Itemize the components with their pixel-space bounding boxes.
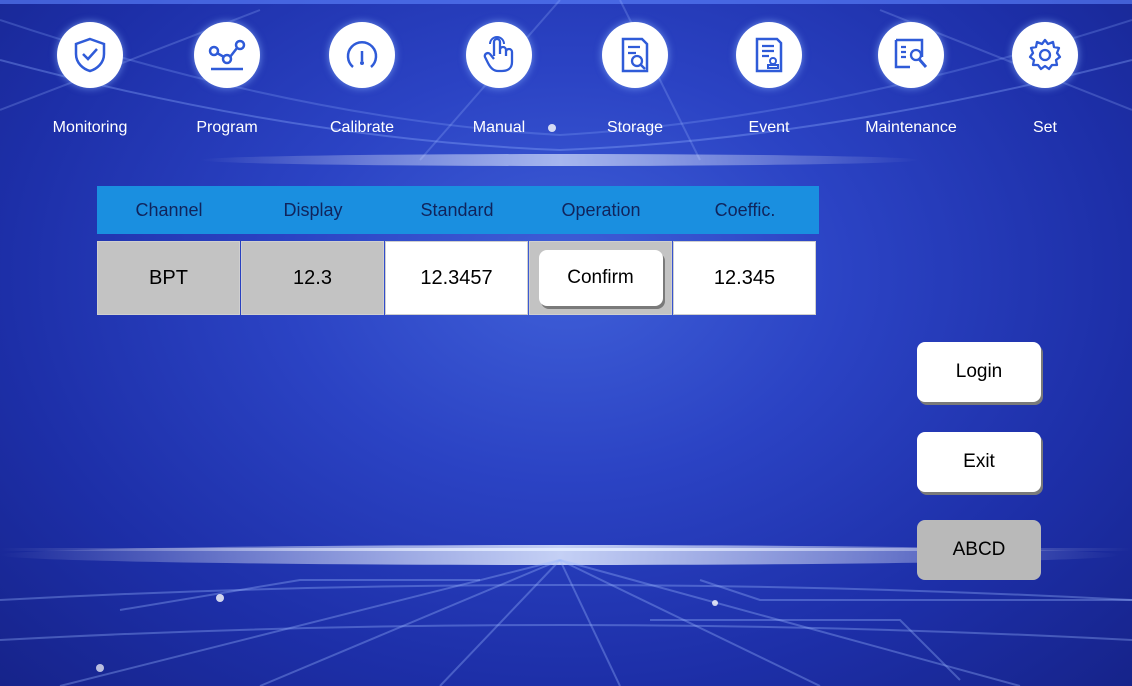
table-row: BPT 12.3 12.3457 Confirm 12.345	[97, 241, 819, 315]
nav-label-event: Event	[748, 119, 790, 136]
nav-item-set[interactable]: Set	[990, 22, 1100, 152]
document-search-icon	[602, 22, 668, 88]
document-stamp-icon	[736, 22, 802, 88]
nav-item-storage[interactable]: Storage	[580, 22, 690, 152]
nav-label-calibrate: Calibrate	[329, 119, 395, 136]
nav-label-storage: Storage	[606, 119, 664, 136]
nav-item-program[interactable]: Program	[172, 22, 282, 152]
coefficient-cell: 12.345	[673, 241, 816, 315]
exit-button[interactable]: Exit	[917, 432, 1041, 492]
nav-item-maintenance[interactable]: Maintenance	[856, 22, 966, 152]
channel-cell: BPT	[97, 241, 240, 315]
gauge-icon	[329, 22, 395, 88]
nav-label-monitoring: Monitoring	[52, 119, 128, 136]
nav-label-manual: Manual	[472, 119, 526, 136]
confirm-button[interactable]: Confirm	[538, 250, 663, 306]
gear-icon	[1012, 22, 1078, 88]
calibration-table: Channel Display Standard Operation Coeff…	[97, 186, 819, 315]
abcd-button[interactable]: ABCD	[917, 520, 1041, 580]
display-cell: 12.3	[241, 241, 384, 315]
nav-item-event[interactable]: Event	[714, 22, 824, 152]
column-header-standard: Standard	[420, 200, 494, 220]
maintenance-icon	[878, 22, 944, 88]
standard-input[interactable]: 12.3457	[385, 241, 528, 315]
table-header: Channel Display Standard Operation Coeff…	[97, 186, 819, 234]
hand-pointer-icon	[466, 22, 532, 88]
nav-label-program: Program	[196, 119, 258, 136]
operation-cell: Confirm	[529, 241, 672, 315]
column-header-display: Display	[283, 200, 343, 220]
nav-item-calibrate[interactable]: Calibrate	[307, 22, 417, 152]
column-header-operation: Operation	[561, 200, 641, 220]
nav-item-monitoring[interactable]: Monitoring	[35, 22, 145, 152]
shield-check-icon	[57, 22, 123, 88]
nav-item-manual[interactable]: Manual	[444, 22, 554, 152]
graph-nodes-icon	[194, 22, 260, 88]
nav-label-set: Set	[1032, 119, 1057, 136]
login-button[interactable]: Login	[917, 342, 1041, 402]
column-header-coefficient: Coeffic.	[714, 200, 776, 220]
column-header-channel: Channel	[135, 200, 203, 220]
nav-label-maintenance: Maintenance	[865, 119, 957, 136]
